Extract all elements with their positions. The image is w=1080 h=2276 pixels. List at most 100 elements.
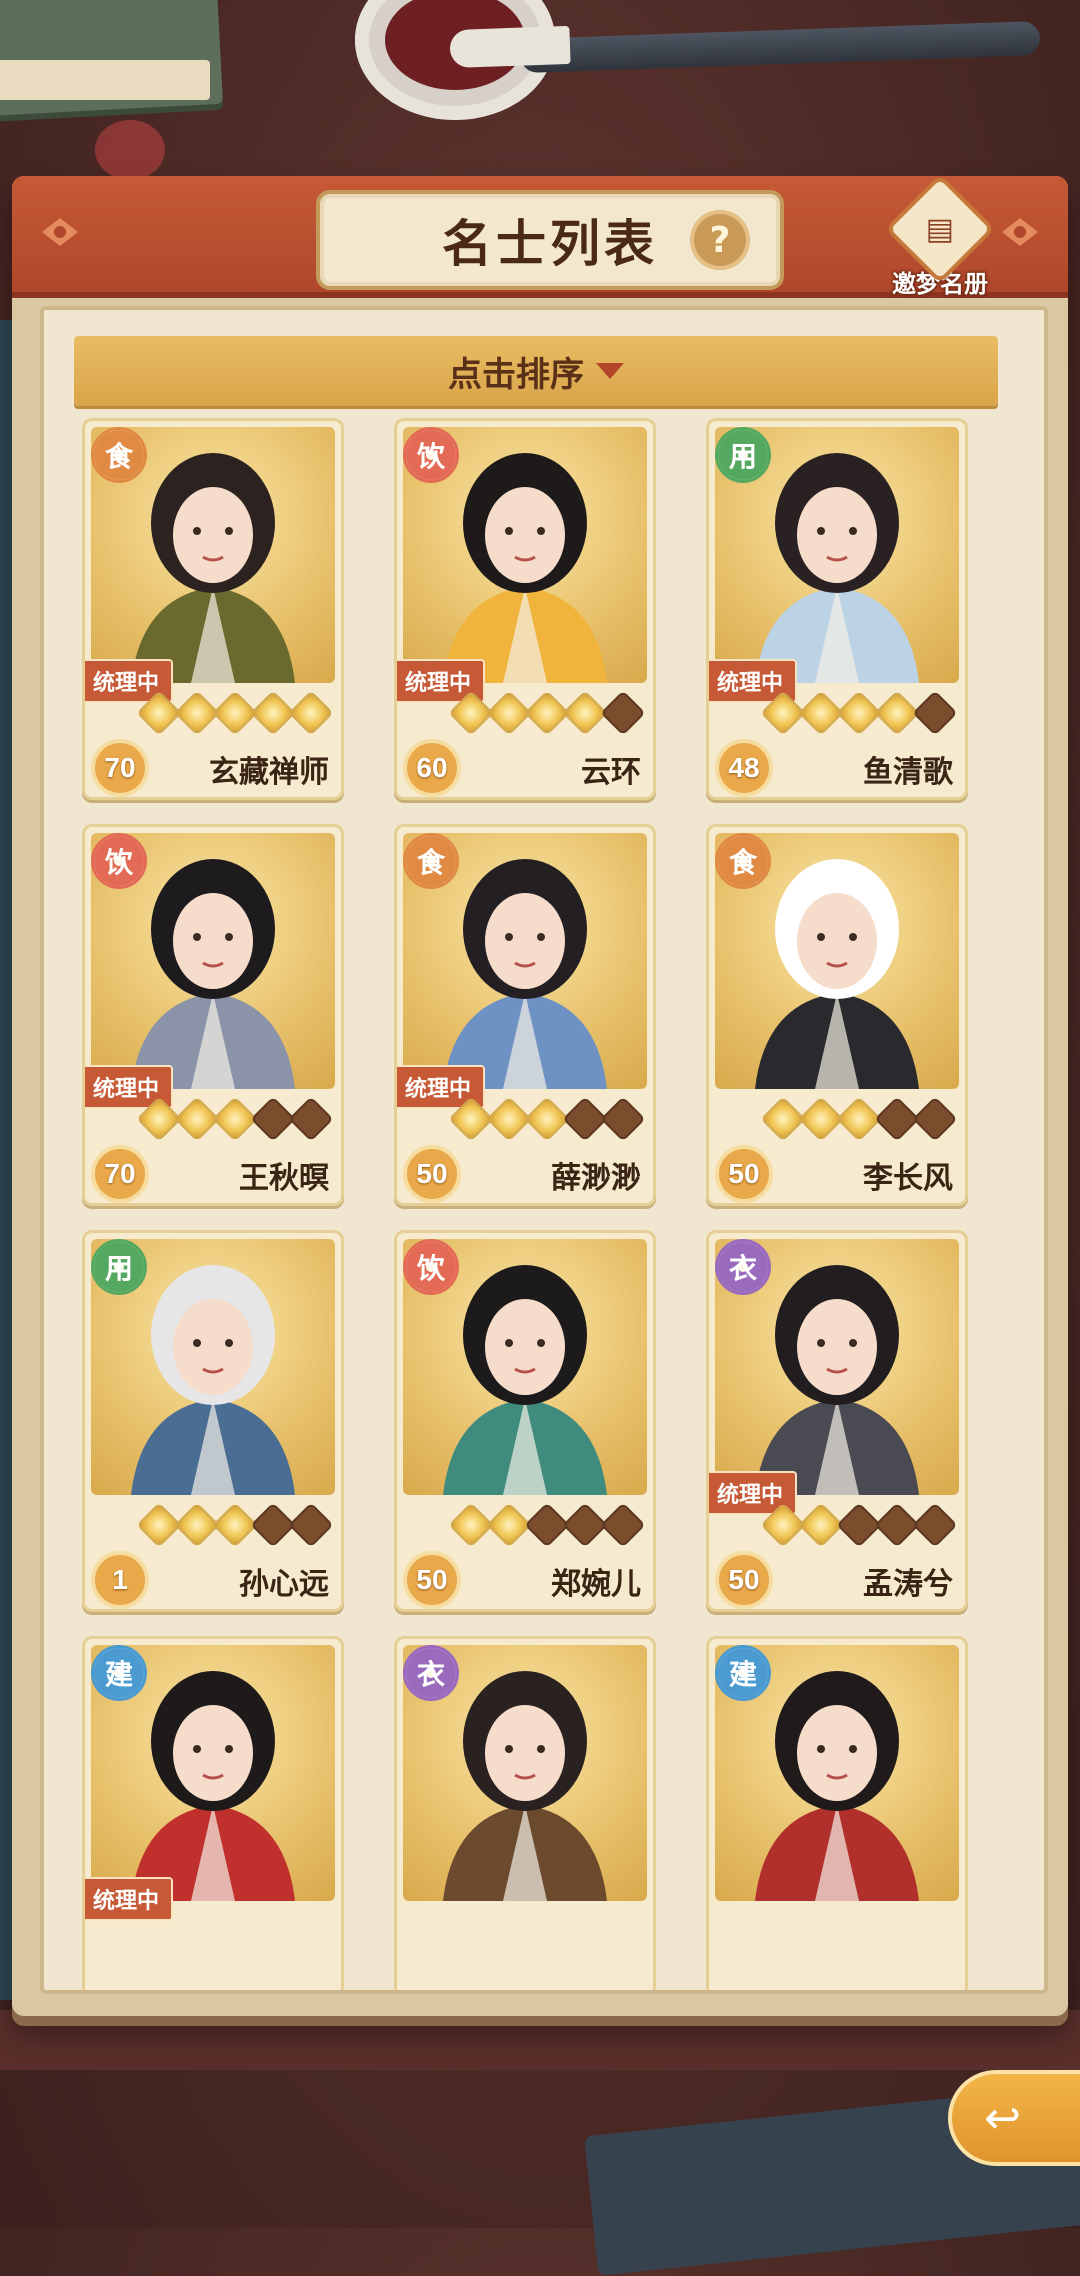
character-card[interactable]: 食 50 李长风 [706, 824, 968, 1206]
star-filled-icon [174, 1502, 220, 1548]
star-filled-icon [174, 1096, 220, 1142]
star-filled-icon [486, 1096, 532, 1142]
category-badge: 食 [403, 833, 459, 889]
star-filled-icon [836, 690, 882, 736]
category-badge: 饮 [403, 427, 459, 483]
star-filled-icon [212, 1096, 258, 1142]
star-empty-icon [600, 690, 646, 736]
decor-brush-tip [449, 25, 571, 69]
star-empty-icon [288, 1502, 334, 1548]
star-rating [448, 1502, 646, 1548]
character-name: 李长风 [863, 1162, 953, 1195]
roster-list-area[interactable]: 点击排序 食统理中 70 玄藏禅师饮统理中 60 云环用统理中 48 鱼清歌饮统理中 70 王秋… [40, 306, 1048, 1994]
character-card[interactable]: 饮统理中 70 王秋暝 [82, 824, 344, 1206]
level-badge: 48 [715, 739, 773, 797]
character-name: 玄藏禅师 [209, 756, 329, 789]
level-badge: 50 [715, 1551, 773, 1609]
chevron-down-icon [596, 363, 624, 379]
star-rating [760, 1502, 958, 1548]
decor-brush [519, 20, 1041, 74]
decor-bottom-fold [0, 2010, 1080, 2070]
character-card[interactable]: 建统理中 [82, 1636, 344, 1990]
star-filled-icon [136, 690, 182, 736]
star-rating [760, 690, 958, 736]
star-empty-icon [250, 1502, 296, 1548]
character-name: 云环 [581, 756, 641, 789]
star-filled-icon [562, 690, 608, 736]
character-card[interactable]: 衣 [394, 1636, 656, 1990]
level-badge: 70 [91, 739, 149, 797]
character-card[interactable]: 衣统理中 50 孟涛兮 [706, 1230, 968, 1612]
star-filled-icon [798, 690, 844, 736]
character-name: 孙心远 [239, 1568, 329, 1601]
character-card[interactable]: 食统理中 50 薛渺渺 [394, 824, 656, 1206]
star-rating [448, 1096, 646, 1142]
ornament-icon [42, 218, 78, 246]
page-title: 名士列表 [442, 216, 658, 272]
star-filled-icon [136, 1502, 182, 1548]
category-badge: 饮 [403, 1239, 459, 1295]
star-filled-icon [288, 690, 334, 736]
character-card[interactable]: 饮 50 郑婉儿 [394, 1230, 656, 1612]
star-filled-icon [136, 1096, 182, 1142]
level-badge: 60 [403, 739, 461, 797]
character-name: 薛渺渺 [551, 1162, 641, 1195]
character-card[interactable]: 建 [706, 1636, 968, 1990]
level-badge: 50 [715, 1145, 773, 1203]
star-empty-icon [600, 1502, 646, 1548]
level-badge: 70 [91, 1145, 149, 1203]
star-empty-icon [524, 1502, 570, 1548]
back-button[interactable]: ↩ [948, 2070, 1080, 2166]
level-badge: 50 [403, 1551, 461, 1609]
star-rating [448, 690, 646, 736]
character-name: 孟涛兮 [863, 1568, 953, 1601]
sort-button[interactable]: 点击排序 [74, 336, 998, 406]
sort-label: 点击排序 [448, 356, 584, 394]
star-filled-icon [212, 1502, 258, 1548]
star-rating [136, 1096, 334, 1142]
title-plaque: 名士列表 ? [316, 190, 784, 290]
star-filled-icon [524, 690, 570, 736]
star-filled-icon [486, 1502, 532, 1548]
level-badge: 50 [403, 1145, 461, 1203]
character-card[interactable]: 饮统理中 60 云环 [394, 418, 656, 800]
star-filled-icon [798, 1502, 844, 1548]
star-filled-icon [448, 690, 494, 736]
character-name: 鱼清歌 [863, 756, 953, 789]
star-rating [136, 690, 334, 736]
star-empty-icon [912, 690, 958, 736]
decor-flower [95, 120, 165, 180]
category-badge: 建 [91, 1645, 147, 1701]
star-rating [760, 1096, 958, 1142]
status-badge: 统理中 [85, 1877, 174, 1921]
star-filled-icon [250, 690, 296, 736]
category-badge: 衣 [715, 1239, 771, 1295]
star-filled-icon [760, 1096, 806, 1142]
star-filled-icon [836, 1096, 882, 1142]
category-badge: 衣 [403, 1645, 459, 1701]
star-empty-icon [874, 1502, 920, 1548]
star-empty-icon [874, 1096, 920, 1142]
star-filled-icon [212, 690, 258, 736]
character-name: 郑婉儿 [551, 1568, 641, 1601]
header-band: 名士列表 ? ▤ 邀梦名册 [12, 173, 1068, 300]
level-badge: 1 [91, 1551, 149, 1609]
star-rating [136, 1502, 334, 1548]
star-filled-icon [174, 690, 220, 736]
character-card[interactable]: 食统理中 70 玄藏禅师 [82, 418, 344, 800]
category-badge: 食 [91, 427, 147, 483]
star-empty-icon [912, 1096, 958, 1142]
star-empty-icon [288, 1096, 334, 1142]
category-badge: 建 [715, 1645, 771, 1701]
star-empty-icon [600, 1096, 646, 1142]
decor-paper [0, 60, 210, 100]
character-card[interactable]: 用统理中 48 鱼清歌 [706, 418, 968, 800]
dream-roster-button[interactable]: ▤ 邀梦名册 [870, 173, 1010, 300]
help-button[interactable]: ? [690, 210, 750, 270]
star-filled-icon [760, 1502, 806, 1548]
star-filled-icon [524, 1096, 570, 1142]
star-filled-icon [448, 1096, 494, 1142]
character-card[interactable]: 用 1 孙心远 [82, 1230, 344, 1612]
star-filled-icon [874, 690, 920, 736]
star-empty-icon [912, 1502, 958, 1548]
